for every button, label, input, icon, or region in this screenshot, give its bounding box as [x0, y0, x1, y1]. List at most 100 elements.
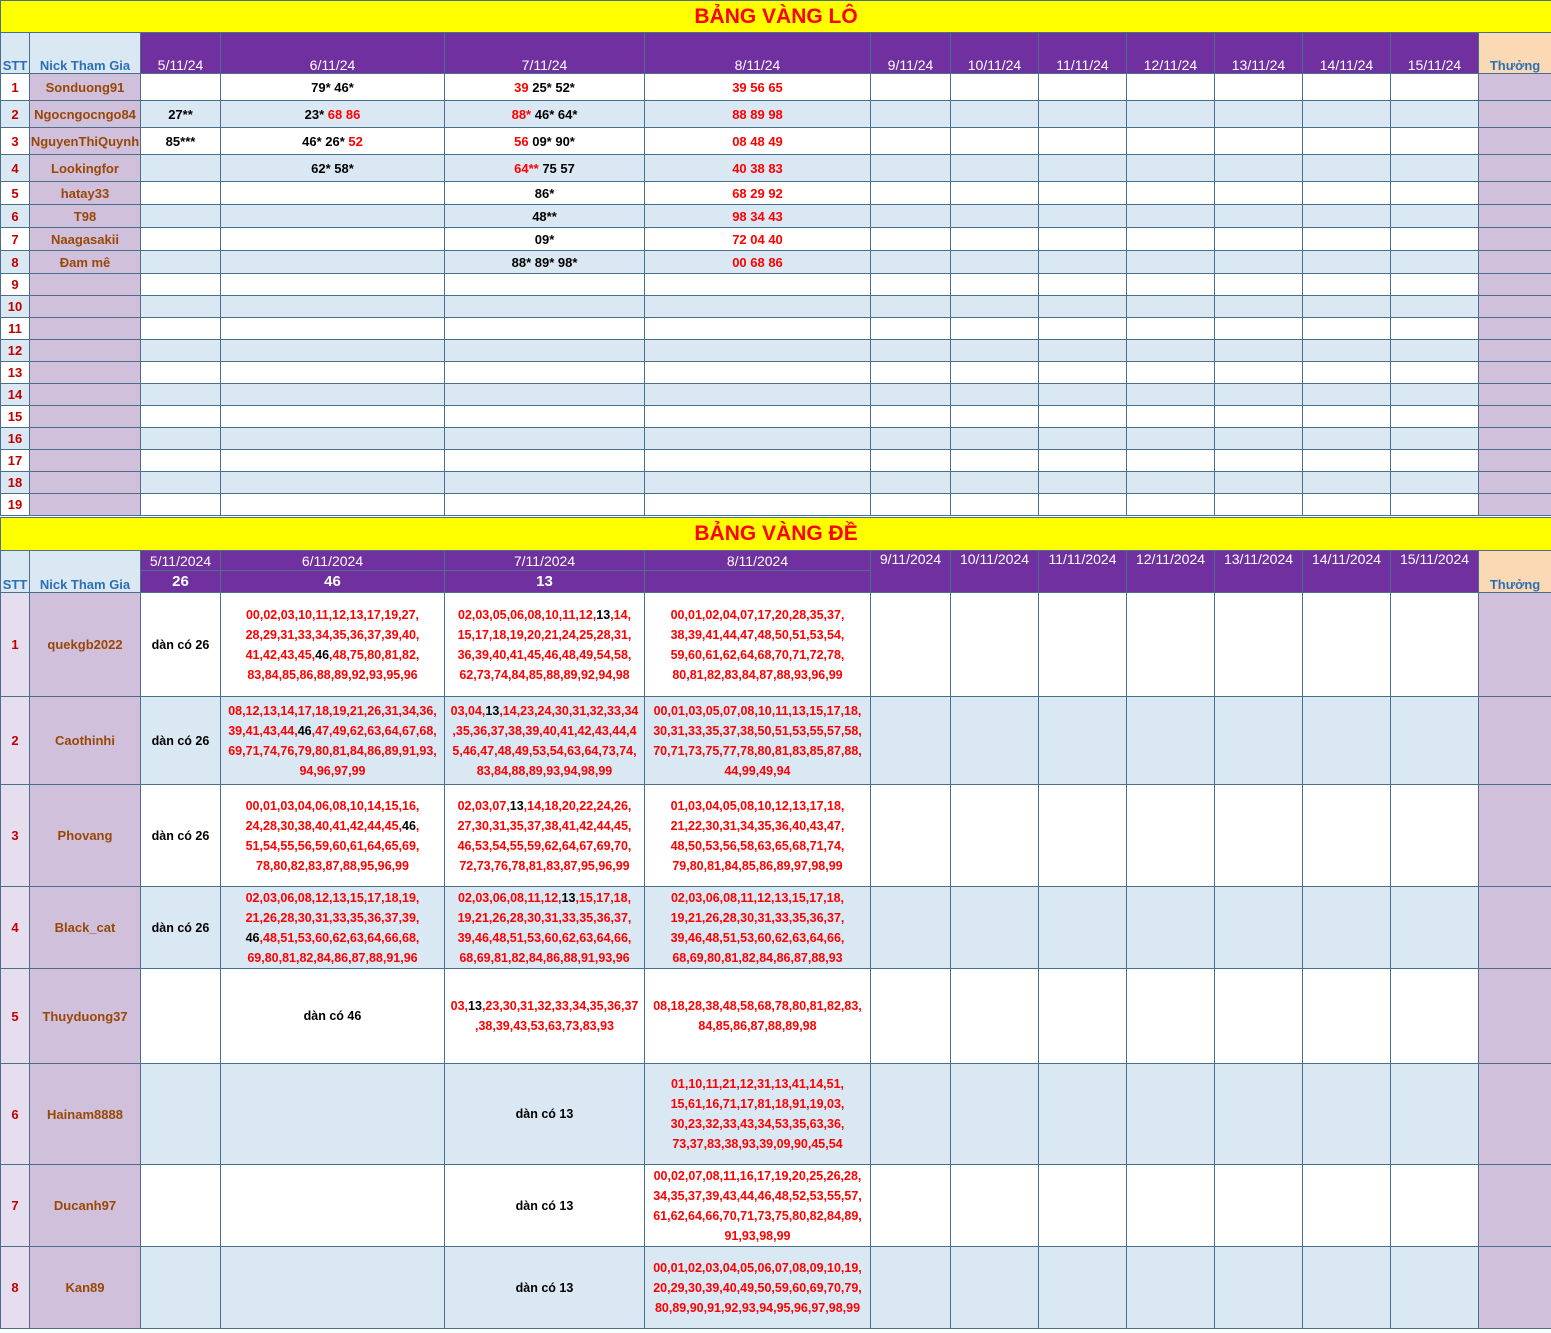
empty-cell [1038, 784, 1127, 887]
cell-text: 00,02,07,08,11,16,17,19,20,25,26,28, 34,… [653, 1168, 862, 1243]
empty-cell [870, 493, 951, 516]
empty-cell [1214, 1246, 1303, 1329]
thuong-cell [1477, 1246, 1551, 1329]
thuong-cell [1477, 449, 1551, 472]
date-header: 14/11/24 [1302, 32, 1391, 74]
empty-cell [1038, 1246, 1127, 1329]
row-number: 9 [0, 273, 30, 296]
table-row: 7 Ducanh97 dàn có 13 00,02,07,08,11,16,17,1… [0, 1164, 1551, 1247]
row-number: 6 [0, 204, 30, 228]
empty-cell [1126, 405, 1215, 428]
cell-text: 08 48 49 [732, 133, 783, 149]
empty-cell [1390, 383, 1479, 406]
nick-name [29, 405, 141, 428]
empty-cell [1302, 154, 1391, 182]
empty-cell [870, 968, 951, 1064]
date-header: 13/11/24 [1214, 32, 1303, 74]
cell-text: 98 34 43 [732, 208, 783, 224]
empty-cell [444, 339, 645, 362]
empty-cell [1302, 449, 1391, 472]
empty-cell [870, 405, 951, 428]
table-row: 3 NguyenThiQuynh 85*** 46* 26* 52 56 09* 90*… [0, 127, 1551, 155]
day-cell: 23* 68 86 [220, 100, 445, 128]
empty-cell [1390, 361, 1479, 384]
row-number: 14 [0, 383, 30, 406]
empty-cell [870, 784, 951, 887]
cell-text: 68 29 92 [732, 185, 783, 201]
cell-text: 48** [532, 208, 557, 224]
empty-cell [444, 361, 645, 384]
day-cell: dàn có 26 [140, 886, 221, 969]
thuong-cell [1477, 317, 1551, 340]
day-cell: 88* 89* 98* [444, 250, 645, 274]
nick-name [29, 427, 141, 450]
day-cell: 02,03,05,06,08,10,11,12,13,14, 15,17,18,… [444, 592, 645, 697]
thuong-cell [1477, 696, 1551, 785]
empty-cell [870, 181, 951, 205]
empty-cell [1214, 181, 1303, 205]
thuong-cell [1477, 204, 1551, 228]
date-header: 8/11/2024 [644, 550, 871, 571]
cell-text: 00,01,03,05,07,08,10,11,13,15,17,18, 30,… [653, 703, 862, 778]
empty-cell [1390, 968, 1479, 1064]
empty-cell [1126, 73, 1215, 101]
empty-cell [644, 295, 871, 318]
empty-cell [870, 204, 951, 228]
empty-cell [1390, 127, 1479, 155]
nick-name: Thuyduong37 [29, 968, 141, 1064]
empty-cell [1214, 127, 1303, 155]
empty-cell [140, 493, 221, 516]
row-number: 7 [0, 227, 30, 251]
day-cell: 88 89 98 [644, 100, 871, 128]
day-cell [220, 1063, 445, 1165]
empty-cell [950, 1063, 1039, 1165]
empty-cell [870, 273, 951, 296]
empty-cell [1038, 1164, 1127, 1247]
result-value: 46 [220, 570, 445, 593]
day-cell: 02,03,07,13,14,18,20,22,24,26, 27,30,31,… [444, 784, 645, 887]
day-cell: 00,01,03,05,07,08,10,11,13,15,17,18, 30,… [644, 696, 871, 785]
day-cell: 72 04 40 [644, 227, 871, 251]
empty-cell [1126, 592, 1215, 697]
thuong-header: Thưởng [1477, 32, 1551, 74]
cell-text: 79* 46* [311, 79, 354, 95]
empty-cell [1302, 361, 1391, 384]
cell-text: 72 04 40 [732, 231, 783, 247]
thuong-cell [1477, 273, 1551, 296]
empty-cell [1126, 471, 1215, 494]
day-cell: 00,01,02,04,07,17,20,28,35,37, 38,39,41,… [644, 592, 871, 697]
empty-cell [1214, 227, 1303, 251]
empty-cell [1126, 696, 1215, 785]
lo-header-row: STT Nick Tham Gia 5/11/24 6/11/24 7/11/2… [0, 32, 1551, 74]
result-value [644, 570, 871, 593]
row-number: 8 [0, 1246, 30, 1329]
empty-cell [870, 696, 951, 785]
empty-cell [644, 471, 871, 494]
cell-text: 02,03,07, [457, 798, 510, 813]
empty-cell [1302, 317, 1391, 340]
row-number: 10 [0, 295, 30, 318]
empty-cell [1214, 339, 1303, 362]
date-header: 11/11/2024 [1038, 550, 1127, 593]
empty-cell [220, 273, 445, 296]
nick-name: Đam mê [29, 250, 141, 274]
empty-cell [1126, 493, 1215, 516]
empty-cell [950, 204, 1039, 228]
date-header: 10/11/2024 [950, 550, 1039, 593]
date-header: 12/11/2024 [1126, 550, 1215, 593]
row-number: 15 [0, 405, 30, 428]
thuong-cell [1477, 73, 1551, 101]
row-number: 8 [0, 250, 30, 274]
empty-cell [1302, 427, 1391, 450]
cell-text: 13 [509, 798, 524, 813]
cell-text: 46 [245, 930, 260, 945]
empty-cell [1126, 181, 1215, 205]
empty-cell [870, 449, 951, 472]
nick-header: Nick Tham Gia [29, 550, 141, 593]
thuong-cell [1477, 592, 1551, 697]
empty-cell [1126, 339, 1215, 362]
nick-name: Caothinhi [29, 696, 141, 785]
day-cell: 00,02,07,08,11,16,17,19,20,25,26,28, 34,… [644, 1164, 871, 1247]
stt-header: STT [0, 550, 30, 593]
empty-cell [950, 449, 1039, 472]
